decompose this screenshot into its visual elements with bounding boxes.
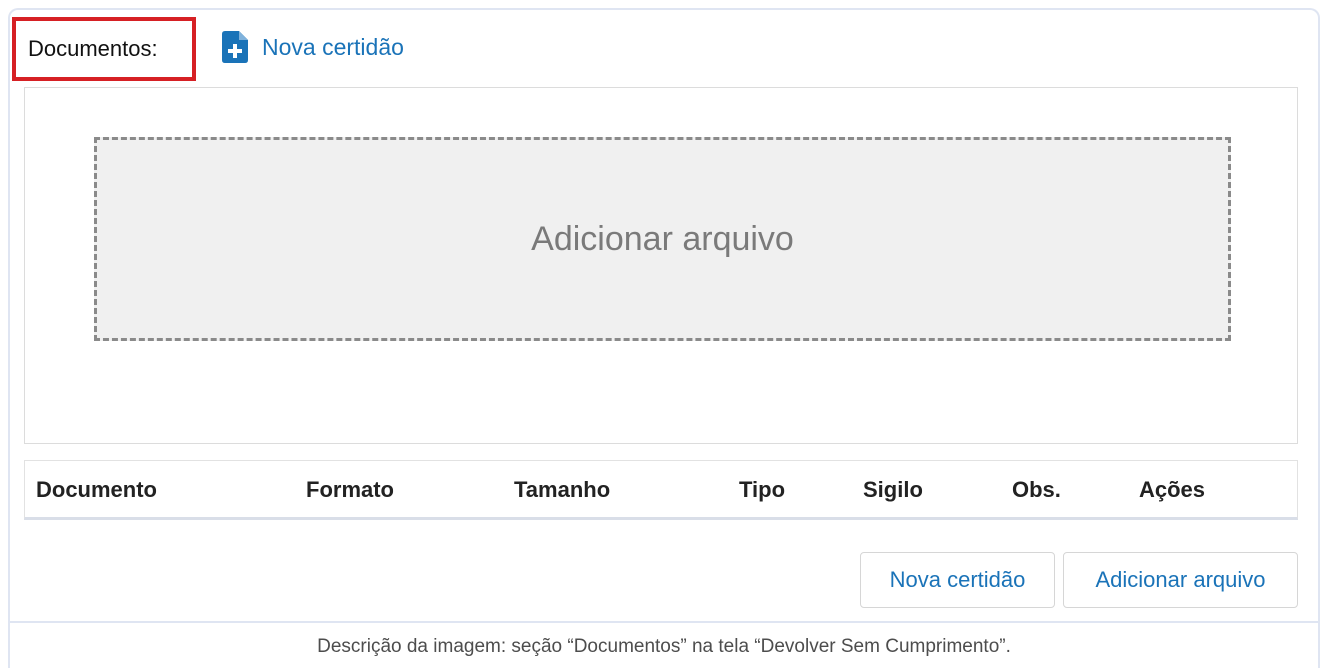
documents-section-label: Documentos: (12, 17, 196, 81)
column-header-sigilo: Sigilo (863, 477, 923, 502)
file-plus-icon (222, 31, 248, 63)
caption-divider (10, 621, 1318, 623)
new-certificate-button[interactable]: Nova certidão (860, 552, 1055, 608)
documents-label-text: Documentos: (28, 36, 158, 61)
column-header-formato: Formato (306, 477, 394, 502)
documents-table-header: Documento Formato Tamanho Tipo Sigilo Ob… (24, 460, 1298, 520)
dropzone-label: Adicionar arquivo (531, 219, 794, 258)
image-caption: Descrição da imagem: seção “Documentos” … (317, 636, 1011, 657)
column-header-obs: Obs. (1012, 477, 1061, 502)
new-certificate-link[interactable]: Nova certidão (222, 30, 404, 64)
column-header-tipo: Tipo (739, 477, 786, 502)
add-file-dropzone[interactable]: Adicionar arquivo (94, 137, 1231, 341)
upload-panel: Adicionar arquivo (24, 87, 1298, 444)
new-certificate-link-label[interactable]: Nova certidão (262, 34, 404, 61)
column-header-tamanho: Tamanho (514, 477, 611, 502)
column-header-documento: Documento (36, 477, 157, 502)
column-header-acoes: Ações (1139, 477, 1206, 502)
add-file-button[interactable]: Adicionar arquivo (1063, 552, 1298, 608)
